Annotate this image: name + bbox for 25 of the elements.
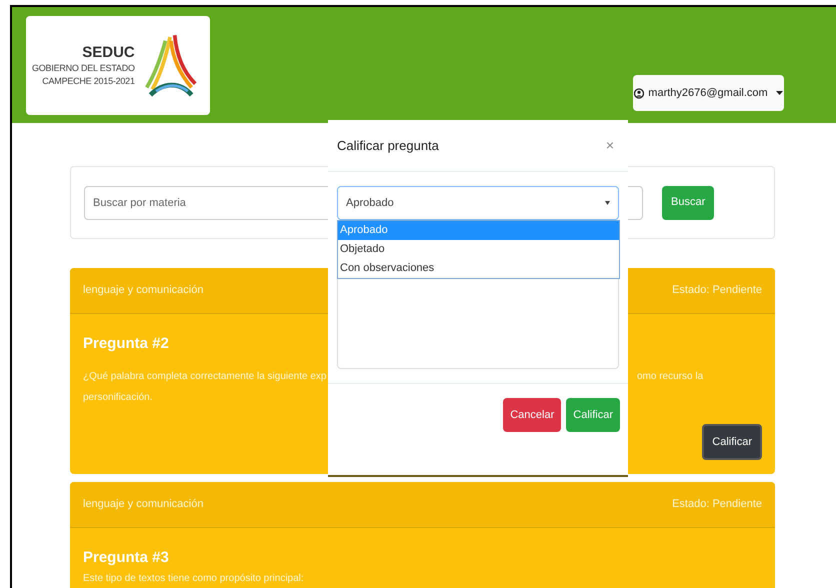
grade-button[interactable]: Calificar (702, 424, 762, 460)
subject-label: lenguaje y comunicación (83, 497, 204, 512)
dropdown-option[interactable]: Con observaciones (338, 259, 619, 278)
dialog-title: Calificar pregunta (337, 136, 439, 155)
question-text: Este tipo de textos tiene como propósito principal: (83, 572, 305, 586)
close-button[interactable]: × (606, 135, 619, 156)
logo-title: SEDUC (82, 44, 135, 62)
logo-mark-icon (142, 32, 199, 98)
question-text: personificación. (83, 391, 152, 405)
logo-subtitle: GOBIERNO DEL ESTADO (32, 62, 135, 74)
user-menu-button[interactable]: marthy2676@gmail.com (633, 75, 784, 111)
logo-subtitle: CAMPECHE 2015-2021 (42, 74, 135, 88)
status-select[interactable]: Aprobado (337, 186, 619, 220)
dropdown-option[interactable]: Objetado (338, 240, 619, 259)
status-label: Estado: Pendiente (672, 283, 762, 298)
status-label: Estado: Pendiente (672, 497, 762, 512)
question-title: Pregunta #3 (83, 548, 170, 568)
cancel-button[interactable]: Cancelar (503, 398, 562, 432)
question-text: ¿Qué palabra completa correctamente la siguiente exp (83, 370, 327, 384)
caret-icon (776, 90, 783, 96)
subject-label: lenguaje y comunicación (83, 283, 204, 298)
question-text: omo recurso la (637, 370, 704, 384)
caret-icon (605, 201, 610, 205)
question-title: Pregunta #2 (83, 334, 170, 354)
user-icon (634, 88, 644, 98)
